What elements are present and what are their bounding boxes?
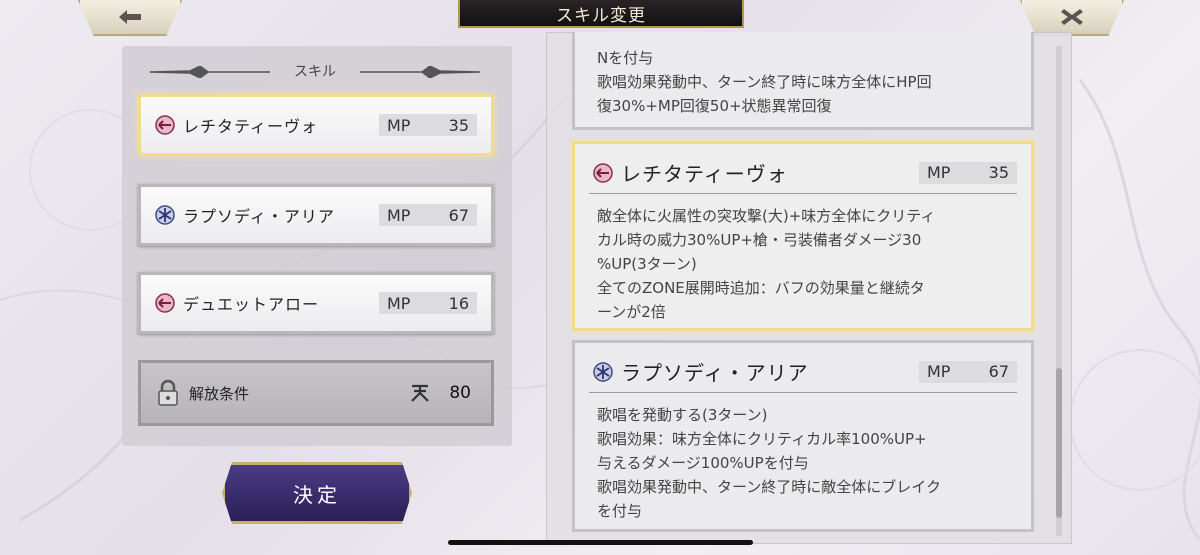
skill-slot-3[interactable]: デュエットアロー MP 16 (138, 272, 494, 334)
detail-line: カル時の威力30%UP+槍・弓装備者ダメージ30 (597, 231, 922, 249)
page-title: スキル変更 (458, 0, 744, 28)
mp-value: 67 (988, 362, 1009, 381)
snowflake-icon (593, 361, 613, 382)
mp-cost: MP 67 (919, 360, 1017, 383)
mp-label: MP (927, 163, 951, 182)
back-button[interactable] (78, 0, 182, 36)
detail-line: ーンが2倍 (597, 303, 666, 321)
unlock-condition-label: 解放条件 (189, 384, 250, 403)
skill-detail-name: レチタティーヴォ (621, 162, 788, 186)
skill-detail-name: ラプソディ・アリア (621, 361, 809, 385)
sky-kanji-icon (411, 384, 430, 402)
detail-line: 与えるダメージ100%UPを付与 (597, 454, 809, 472)
skill-slot-2[interactable]: ラプソディ・アリア MP 67 (138, 184, 494, 246)
mp-value: 35 (988, 163, 1009, 182)
decide-button[interactable]: 決定 (222, 462, 412, 524)
skill-detail-card-partial: Nを付与 歌唱効果発動中、ターン終了時に味方全体にHP回 復30%+MP回復50… (572, 32, 1034, 130)
detail-line: 歌唱を発動する(3ターン) (597, 406, 768, 424)
home-indicator[interactable] (448, 540, 753, 545)
skill-name: デュエットアロー (183, 295, 320, 314)
mp-cost: MP 35 (379, 114, 477, 136)
detail-line: %UP(3ターン) (597, 255, 697, 273)
back-arrow-icon (119, 10, 141, 24)
close-icon (1061, 9, 1083, 25)
scrollbar-thumb[interactable] (1056, 368, 1062, 518)
locked-skill-slot[interactable]: 解放条件 80 (138, 360, 494, 426)
ornament-left-icon (150, 66, 270, 78)
skill-slot-1[interactable]: レチタティーヴォ MP 35 (138, 94, 494, 156)
skill-detail-card-2: ラプソディ・アリア MP 67 歌唱を発動する(3ターン) 歌唱効果：味方全体に… (572, 340, 1034, 532)
skill-detail-card-1: レチタティーヴォ MP 35 敵全体に火属性の突攻撃(大)+味方全体にクリティ … (572, 141, 1034, 331)
detail-line: 全てのZONE展開時追加：バフの効果量と継続タ (597, 279, 925, 297)
mp-label: MP (927, 362, 951, 381)
detail-line: Nを付与 (597, 49, 654, 67)
mp-value: 16 (448, 293, 469, 313)
skill-list-header: スキル (150, 58, 480, 84)
detail-line: 歌唱効果：味方全体にクリティカル率100%UP+ (597, 430, 927, 448)
mp-label: MP (387, 205, 411, 225)
mp-label: MP (387, 115, 411, 135)
mp-value: 35 (448, 115, 469, 135)
ornament-right-icon (360, 66, 480, 78)
fire-arrow-icon (593, 162, 613, 183)
detail-line: を付与 (597, 502, 643, 520)
detail-line: 歌唱効果発動中、ターン終了時に味方全体にHP回 (597, 73, 932, 91)
detail-line: 敵全体に火属性の突攻撃(大)+味方全体にクリティ (597, 207, 936, 225)
fire-arrow-icon (155, 115, 175, 135)
close-button[interactable] (1020, 0, 1124, 36)
mp-cost: MP 35 (919, 161, 1017, 184)
mp-cost: MP 16 (379, 292, 477, 314)
unlock-condition-value: 80 (449, 383, 471, 403)
lock-icon (158, 379, 178, 406)
mp-label: MP (387, 293, 411, 313)
detail-line: 復30%+MP回復50+状態異常回復 (597, 97, 832, 115)
mp-value: 67 (448, 205, 469, 225)
skill-name: ラプソディ・アリア (183, 207, 335, 226)
skill-list-title: スキル (294, 64, 336, 80)
snowflake-icon (155, 205, 175, 225)
skill-name: レチタティーヴォ (183, 117, 319, 136)
fire-arrow-icon (155, 293, 175, 313)
mp-cost: MP 67 (379, 204, 477, 226)
detail-line: 歌唱効果発動中、ターン終了時に敵全体にブレイク (597, 478, 941, 496)
